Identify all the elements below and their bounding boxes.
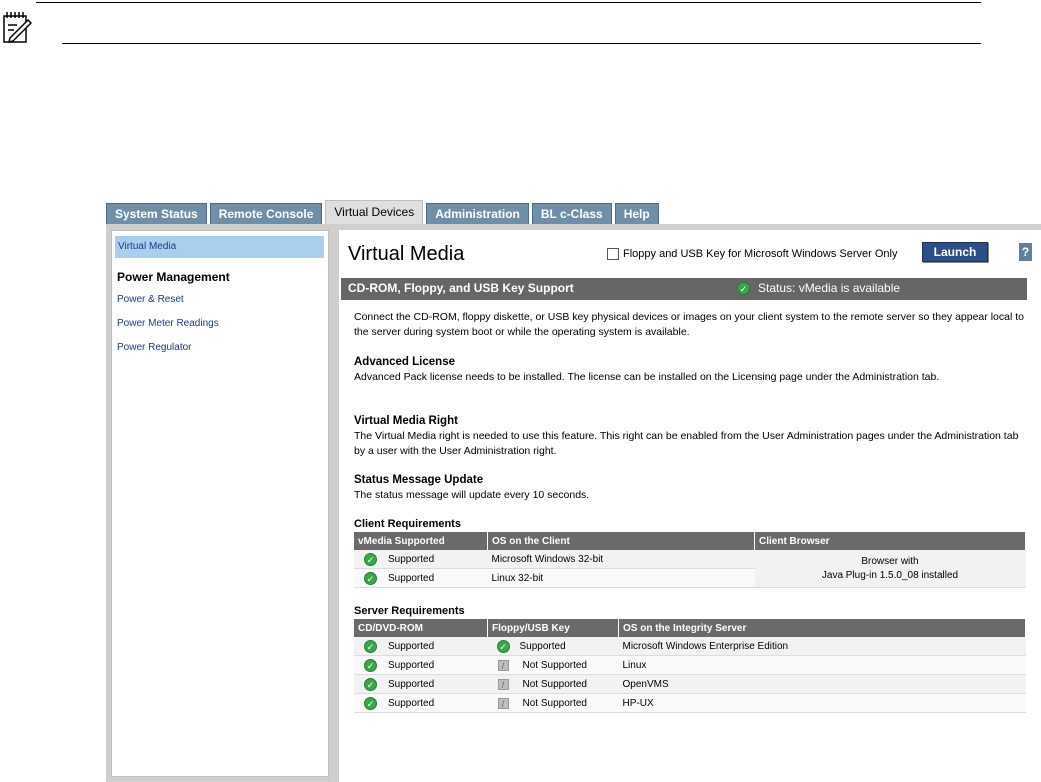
tab-bar: System Status Remote Console Virtual Dev… [106, 200, 662, 224]
tab-bl-c-class[interactable]: BL c-Class [531, 203, 612, 224]
launch-button[interactable]: Launch [922, 242, 988, 262]
column-header: OS on the Client [487, 532, 755, 550]
os-cell: Linux [618, 655, 1026, 675]
sidebar-item-virtual-media[interactable]: Virtual Media [115, 236, 324, 258]
main-panel: Virtual Media Floppy and USB Key for Mic… [339, 230, 1041, 782]
help-icon[interactable]: ? [1019, 243, 1032, 261]
tab-help[interactable]: Help [614, 203, 659, 224]
browser-line-2: Java Plug-in 1.5.0_08 installed [821, 569, 959, 581]
sidebar-item-power-reset[interactable]: Power & Reset [117, 294, 184, 305]
server-requirements-table: CD/DVD-ROM Floppy/USB Key OS on the Inte… [354, 619, 1026, 713]
os-cell: Microsoft Windows Enterprise Edition [618, 637, 1026, 656]
virtual-media-right-block: Virtual Media Right The Virtual Media ri… [354, 414, 1026, 459]
tab-virtual-devices[interactable]: Virtual Devices [325, 200, 424, 224]
advanced-license-block: Advanced License Advanced Pack license n… [354, 355, 1026, 385]
supported-text: Supported [388, 553, 435, 565]
intro-text: Connect the CD-ROM, floppy diskette, or … [354, 311, 1024, 338]
table-row: ✓ Supported / Not Supported OpenVMS [354, 674, 1026, 694]
advanced-license-title: Advanced License [354, 356, 455, 368]
column-header: vMedia Supported [354, 532, 488, 550]
status-update-block: Status Message Update The status message… [354, 473, 1026, 503]
client-browser-cell: Browser with Java Plug-in 1.5.0_08 insta… [754, 550, 1026, 588]
floppy-usb-label: Floppy and USB Key for Microsoft Windows… [623, 248, 898, 260]
tab-remote-console[interactable]: Remote Console [209, 203, 323, 224]
tab-administration[interactable]: Administration [426, 203, 529, 224]
status-indicator: ✓ Status: vMedia is available [737, 281, 900, 295]
column-header: Floppy/USB Key [487, 619, 619, 637]
server-requirements-title: Server Requirements [354, 605, 465, 617]
check-circle-icon: ✓ [737, 281, 750, 295]
status-update-title: Status Message Update [354, 474, 484, 486]
check-circle-icon: ✓ [364, 677, 377, 691]
sidebar-item-power-meter-readings[interactable]: Power Meter Readings [117, 318, 219, 329]
advanced-license-text: Advanced Pack license needs to be instal… [354, 371, 940, 383]
sidebar-heading-power-management: Power Management [117, 270, 230, 284]
supported-text: Supported [388, 572, 435, 584]
client-requirements-table: vMedia Supported OS on the Client Client… [354, 532, 1026, 588]
section-header-bar: CD-ROM, Floppy, and USB Key Support ✓ St… [341, 278, 1027, 300]
page-title: Virtual Media [348, 243, 465, 265]
os-cell: Linux 32-bit [487, 568, 755, 588]
client-requirements-title: Client Requirements [354, 518, 461, 530]
floppy-support-text: Not Supported [522, 678, 588, 690]
note-pencil-icon [3, 12, 32, 44]
section-title: CD-ROM, Floppy, and USB Key Support [348, 281, 574, 295]
table-row: ✓ Supported / Not Supported HP-UX [354, 693, 1026, 713]
cd-support-text: Supported [388, 659, 435, 671]
status-update-text: The status message will update every 10 … [354, 489, 590, 501]
table-row: ✓ Supported / Not Supported Linux [354, 655, 1026, 675]
check-circle-icon: ✓ [364, 639, 377, 653]
not-supported-icon: / [497, 659, 509, 671]
floppy-support-text: Not Supported [522, 659, 588, 671]
floppy-support-text: Not Supported [522, 697, 588, 709]
virtual-media-right-text: The Virtual Media right is needed to use… [354, 430, 1019, 457]
note-top-rule [36, 2, 981, 3]
os-cell: Microsoft Windows 32-bit [487, 550, 755, 569]
cd-support-text: Supported [388, 697, 435, 709]
cd-support-text: Supported [388, 640, 435, 652]
os-cell: HP-UX [618, 693, 1026, 713]
check-circle-icon: ✓ [364, 658, 377, 672]
not-supported-icon: / [497, 678, 509, 690]
table-row: ✓ Supported ✓ Supported Microsoft Windows … [354, 637, 1026, 656]
check-circle-icon: ✓ [364, 571, 377, 585]
cd-support-text: Supported [388, 678, 435, 690]
column-header: CD/DVD-ROM [354, 619, 488, 637]
sidebar: Virtual Media Power Management Power & R… [111, 230, 329, 777]
not-supported-icon: / [497, 697, 509, 709]
table-row: ✓ Supported Microsoft Windows 32-bit Brow… [354, 550, 1026, 588]
browser-line-1: Browser with [861, 555, 919, 567]
floppy-usb-checkbox[interactable] [607, 248, 619, 260]
column-header: OS on the Integrity Server [618, 619, 1026, 637]
os-cell: OpenVMS [618, 674, 1026, 694]
virtual-media-right-title: Virtual Media Right [354, 415, 458, 427]
status-text: Status: vMedia is available [758, 281, 901, 295]
check-circle-icon: ✓ [364, 552, 377, 566]
tab-system-status[interactable]: System Status [106, 203, 207, 224]
floppy-usb-option[interactable]: Floppy and USB Key for Microsoft Windows… [607, 248, 897, 260]
note-bottom-rule [62, 43, 981, 44]
check-circle-icon: ✓ [364, 696, 377, 710]
sidebar-item-power-regulator[interactable]: Power Regulator [117, 342, 191, 353]
column-header: Client Browser [754, 532, 1026, 550]
floppy-support-text: Supported [519, 640, 566, 652]
check-circle-icon: ✓ [496, 639, 510, 653]
